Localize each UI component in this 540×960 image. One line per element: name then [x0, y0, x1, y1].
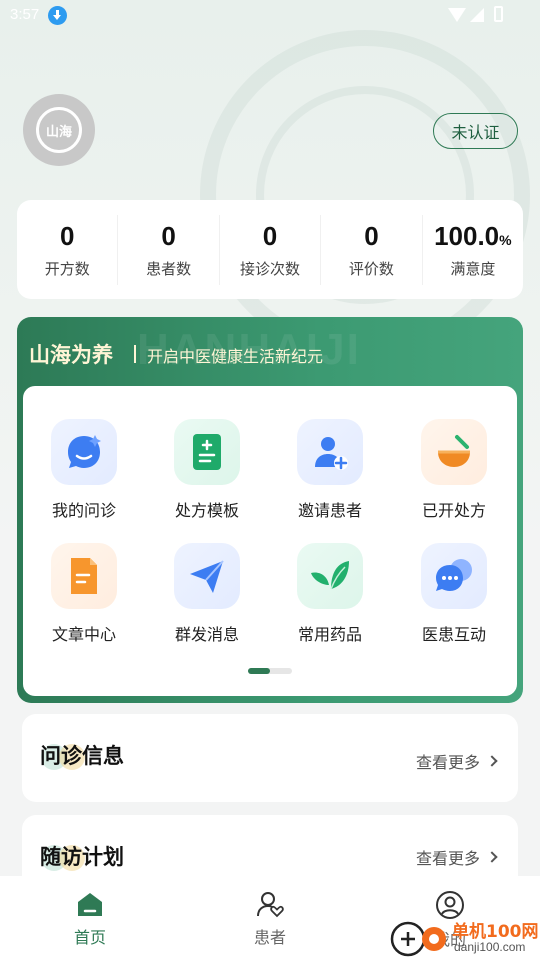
menu-item-issued-prescriptions[interactable]: 已开处方	[404, 419, 504, 521]
wifi-icon	[448, 8, 466, 22]
tab-label: 首页	[73, 928, 106, 947]
status-bar: 3:57	[0, 0, 540, 32]
menu-label: 文章中心	[51, 625, 116, 644]
leaf-icon	[297, 543, 363, 609]
chevron-right-icon	[486, 755, 498, 767]
stat-satisfaction[interactable]: 100.0% 满意度	[423, 215, 523, 285]
tab-label: 患者	[253, 928, 286, 947]
menu-item-prescription-template[interactable]: 处方模板	[157, 419, 257, 521]
stat-label: 接诊次数	[240, 259, 301, 278]
watermark-text: 单机100网	[452, 922, 539, 942]
consultation-more-link[interactable]: 查看更多	[415, 749, 498, 773]
menu-label: 已开处方	[421, 501, 486, 520]
chat-icon	[421, 543, 487, 609]
section-title: 问诊信息	[40, 743, 124, 768]
avatar[interactable]: 山海	[23, 94, 95, 166]
stat-value: 0	[364, 220, 379, 251]
page-indicator-active	[248, 668, 270, 674]
menu-label: 医患互动	[421, 625, 486, 644]
stats-card: 0 开方数 0 患者数 0 接诊次数 0 评价数 100.0% 满意度	[17, 200, 523, 299]
stat-value: 100.0%	[434, 220, 512, 251]
more-label: 查看更多	[415, 849, 480, 868]
stat-patients[interactable]: 0 患者数	[118, 214, 220, 285]
menu-item-my-consultations[interactable]: 我的问诊	[34, 419, 134, 521]
stat-value: 0	[59, 220, 75, 251]
site-watermark: 单机100网 danji100.com	[388, 913, 540, 960]
status-time: 3:57	[10, 6, 40, 23]
menu-item-doctor-patient-interaction[interactable]: 医患互动	[404, 543, 504, 645]
stat-consultations[interactable]: 0 接诊次数	[220, 214, 322, 285]
avatar-logo-text: 山海	[45, 124, 72, 140]
chevron-right-icon	[486, 851, 498, 863]
banner-subtitle: 开启中医健康生活新纪元	[147, 347, 324, 366]
download-icon	[48, 6, 67, 25]
section-title: 随访计划	[40, 844, 124, 869]
patient-heart-icon	[257, 892, 284, 918]
follow-up-more-link[interactable]: 查看更多	[415, 845, 498, 869]
home-icon	[78, 893, 102, 916]
menu-label: 我的问诊	[51, 501, 116, 520]
invite-patient-icon	[297, 419, 363, 485]
article-icon	[51, 543, 117, 609]
logo-watermark	[200, 30, 530, 360]
stat-prescriptions[interactable]: 0 开方数	[17, 214, 119, 285]
menu-item-article-center[interactable]: 文章中心	[34, 543, 134, 645]
menu-label: 邀请患者	[297, 501, 362, 520]
tab-home[interactable]: 首页	[0, 876, 180, 960]
menu-label: 常用药品	[297, 625, 362, 644]
signal-icon	[470, 8, 484, 22]
menu-label: 处方模板	[174, 501, 239, 520]
function-menu: 我的问诊 处方模板 邀请患者 已开处方 文章中心 群发消息 常用药品 医患互动	[23, 386, 517, 696]
menu-item-mass-message[interactable]: 群发消息	[157, 543, 257, 645]
stat-label: 开方数	[44, 259, 90, 278]
consultation-info-card: 问诊信息 查看更多	[22, 714, 518, 802]
stat-label: 患者数	[146, 259, 192, 278]
stat-label: 满意度	[450, 259, 496, 278]
prescription-template-icon	[174, 419, 240, 485]
tab-patients[interactable]: 患者	[180, 876, 360, 960]
stat-reviews[interactable]: 0 评价数	[321, 214, 423, 285]
stat-label: 评价数	[348, 259, 394, 278]
certification-label: 未认证	[451, 123, 500, 142]
stat-value: 0	[262, 220, 278, 251]
menu-item-common-drugs[interactable]: 常用药品	[280, 543, 380, 645]
send-icon	[174, 543, 240, 609]
menu-label: 群发消息	[174, 625, 239, 644]
watermark-url: danji100.com	[454, 940, 526, 954]
certification-button[interactable]: 未认证	[433, 113, 518, 149]
more-label: 查看更多	[415, 753, 480, 772]
banner-separator	[134, 345, 136, 363]
page-indicator	[248, 668, 292, 674]
stat-value: 0	[161, 220, 176, 251]
watermark-logo-icon	[390, 921, 446, 957]
avatar-logo: 山海	[36, 107, 82, 153]
consult-icon	[51, 419, 117, 485]
menu-item-invite-patients[interactable]: 邀请患者	[280, 419, 380, 521]
banner-title: 山海为养	[29, 342, 113, 367]
mortar-icon	[421, 419, 487, 485]
battery-icon	[494, 6, 503, 22]
